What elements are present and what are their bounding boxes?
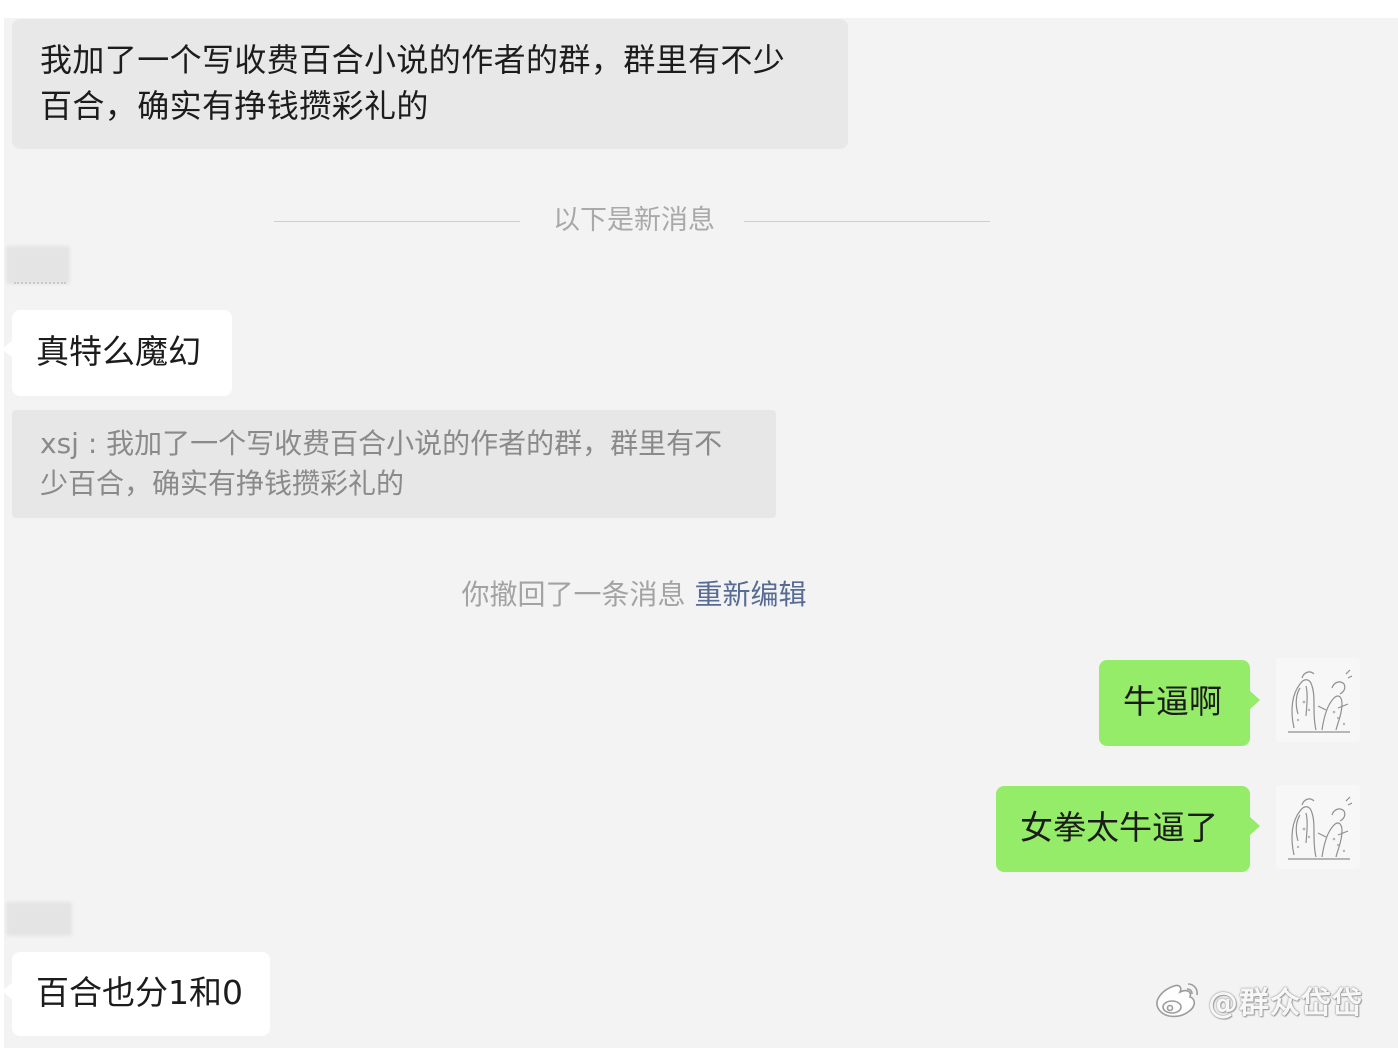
avatar[interactable] xyxy=(1276,785,1360,869)
chat-area[interactable]: 我加了一个写收费百合小说的作者的群，群里有不少 百合，确实有挣钱攒彩礼的 以下是… xyxy=(2,18,1398,1048)
quote-text-line: xsj : 我加了一个写收费百合小说的作者的群，群里有不 xyxy=(40,427,723,460)
quoted-message[interactable]: xsj : 我加了一个写收费百合小说的作者的群，群里有不 少百合，确实有挣钱攒彩… xyxy=(12,410,776,518)
message-text: 真特么魔幻 xyxy=(36,332,201,371)
message-text: 女拳太牛逼了 xyxy=(1020,808,1218,847)
weibo-logo-icon xyxy=(1156,983,1198,1018)
recall-notice: 你撤回了一条消息 重新编辑 xyxy=(444,575,824,615)
message-text-line: 我加了一个写收费百合小说的作者的群，群里有不少 xyxy=(40,41,786,79)
divider-line-right xyxy=(744,221,990,222)
avatar-sketch-image xyxy=(1276,658,1360,742)
message-bubble-sent[interactable]: 牛逼啊 xyxy=(1099,660,1260,746)
message-bubble-received[interactable]: 真特么魔幻 xyxy=(2,310,232,396)
divider-label: 以下是新消息 xyxy=(553,205,715,236)
message-bubble-received[interactable]: 百合也分1和0 xyxy=(2,952,270,1036)
recall-text: 你撤回了一条消息 xyxy=(461,578,686,611)
watermark-text: @群众岱岱 xyxy=(1208,986,1363,1021)
divider-line-left xyxy=(274,221,520,222)
quote-text-line: 少百合，确实有挣钱攒彩礼的 xyxy=(40,467,405,500)
re-edit-link[interactable]: 重新编辑 xyxy=(694,578,806,611)
message-bubble-sent[interactable]: 女拳太牛逼了 xyxy=(996,786,1260,872)
sender-name-blurred xyxy=(6,246,70,284)
new-messages-divider: 以下是新消息 xyxy=(274,201,990,241)
message-bubble-received[interactable]: 我加了一个写收费百合小说的作者的群，群里有不少 百合，确实有挣钱攒彩礼的 xyxy=(12,19,848,149)
message-text: 牛逼啊 xyxy=(1123,682,1222,721)
sender-name-blurred xyxy=(6,902,72,936)
message-text: 百合也分1和0 xyxy=(36,973,243,1012)
sender-name-blurred-underline xyxy=(14,282,66,288)
avatar-sketch-image xyxy=(1276,785,1360,869)
message-text-line: 百合，确实有挣钱攒彩礼的 xyxy=(40,87,429,125)
watermark: @群众岱岱 xyxy=(1150,974,1390,1026)
avatar[interactable] xyxy=(1276,658,1360,742)
